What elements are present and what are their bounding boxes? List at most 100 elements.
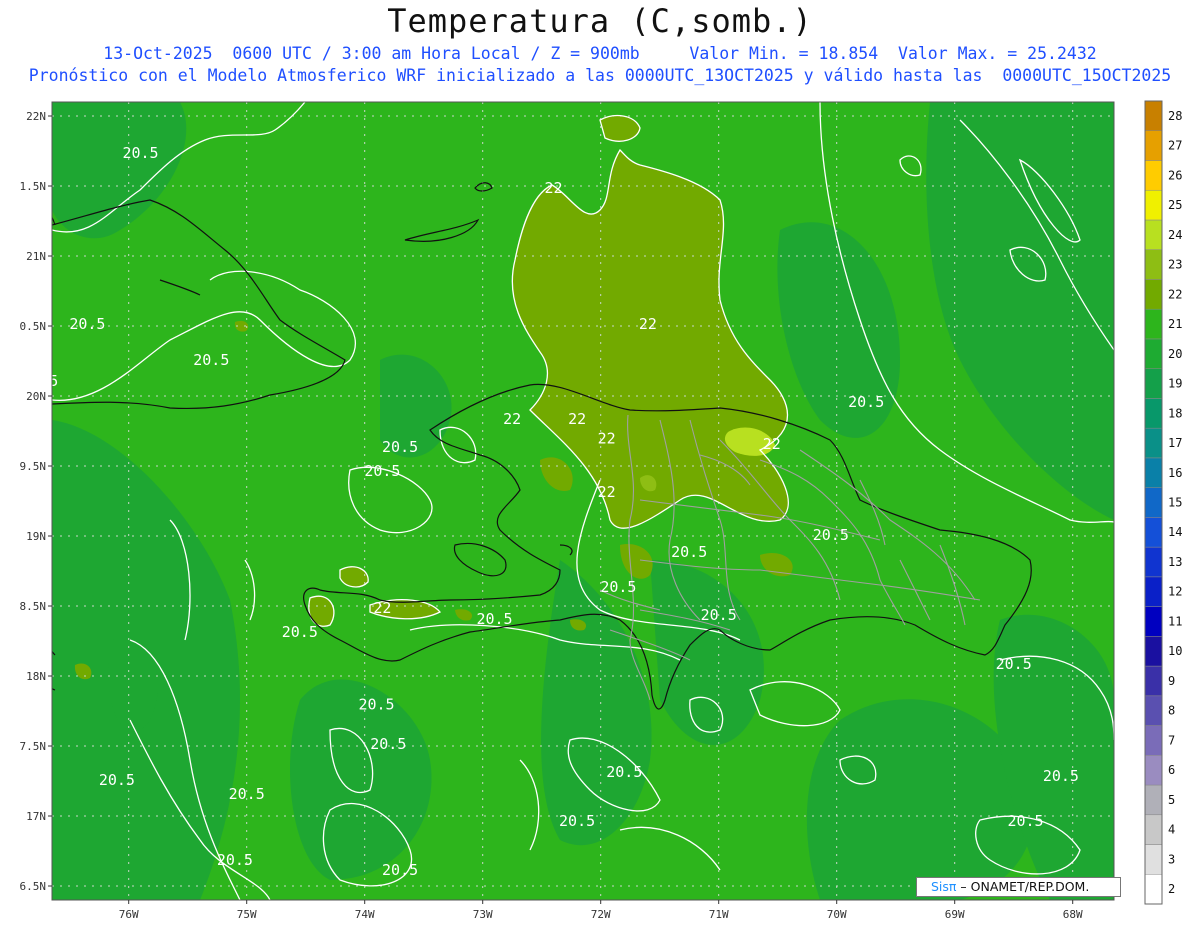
credit-box: Sisπ – ONAMET/REP.DOM. [916, 877, 1121, 897]
colorbar-label: 21 [1168, 317, 1182, 331]
contour-label: 22 [568, 410, 586, 428]
lat-tick-label: 18N [26, 670, 46, 683]
colorbar-label: 7 [1168, 733, 1175, 747]
lon-tick-label: 76W [119, 908, 139, 921]
colorbar-swatch [1144, 695, 1163, 726]
lon-tick-label: 69W [945, 908, 965, 921]
contour-label: 20.5 [382, 861, 418, 879]
colorbar-swatch [1144, 814, 1163, 845]
lat-tick-label: 9.5N [20, 460, 47, 473]
colorbar: 2345678910111213141516171819202122232425… [1144, 100, 1182, 905]
contour-label: 22 [639, 315, 657, 333]
colorbar-label: 17 [1168, 436, 1182, 450]
contour-label: 20.5 [122, 144, 158, 162]
contour-label: 20.5 [559, 812, 595, 830]
colorbar-label: 19 [1168, 377, 1182, 391]
colorbar-swatch [1144, 279, 1163, 310]
colorbar-label: 24 [1168, 228, 1182, 242]
contour-label: 20.5 [69, 315, 105, 333]
contour-label: 20.5 [476, 610, 512, 628]
colorbar-swatch [1144, 308, 1163, 340]
contour-label: 20.5 [813, 526, 849, 544]
contour-label: 22 [503, 410, 521, 428]
lon-tick-label: 71W [709, 908, 729, 921]
colorbar-swatch [1144, 368, 1163, 399]
colorbar-label: 25 [1168, 198, 1182, 212]
contour-label: 20.5 [382, 438, 418, 456]
colorbar-swatch [1144, 546, 1163, 578]
contour-label: 20.5 [606, 763, 642, 781]
colorbar-swatch [1144, 427, 1163, 459]
colorbar-swatch [1144, 517, 1163, 548]
colorbar-swatch [1144, 755, 1163, 786]
contour-label: 20.5 [193, 351, 229, 369]
lon-tick-label: 74W [355, 908, 375, 921]
colorbar-label: 23 [1168, 258, 1182, 272]
colorbar-swatch [1144, 100, 1163, 131]
colorbar-label: 27 [1168, 139, 1182, 153]
contour-label: 22 [598, 430, 616, 448]
contour-label: 20.5 [229, 785, 265, 803]
colorbar-swatch [1144, 160, 1163, 191]
contour-label: 20.5 [1043, 767, 1079, 785]
latitude-axis: 22N 1.5N 21N 0.5N 20N 9.5N 19N 8.5N 18N 7.5N 17N 6.… [20, 110, 52, 893]
contour-label: 22 [763, 435, 781, 453]
colorbar-label: 20 [1168, 347, 1182, 361]
colorbar-label: 28 [1168, 109, 1182, 123]
longitude-axis: 76W 75W 74W 73W 72W 71W 70W 69W 68W [119, 900, 1083, 921]
lat-tick-label: 7.5N [20, 740, 47, 753]
colorbar-label: 6 [1168, 763, 1175, 777]
colorbar-label: 8 [1168, 704, 1175, 718]
colorbar-label: 16 [1168, 466, 1182, 480]
lon-tick-label: 75W [237, 908, 257, 921]
lon-tick-label: 72W [591, 908, 611, 921]
colorbar-label: 22 [1168, 287, 1182, 301]
colorbar-label: 9 [1168, 674, 1175, 688]
colorbar-label: 18 [1168, 406, 1182, 420]
lon-tick-label: 70W [827, 908, 847, 921]
colorbar-swatch [1144, 398, 1163, 429]
contour-label: 20.5 [600, 578, 636, 596]
colorbar-label: 26 [1168, 168, 1182, 182]
colorbar-swatch [1144, 457, 1163, 488]
lat-tick-label: 21N [26, 250, 46, 263]
lat-tick-label: 8.5N [20, 600, 47, 613]
contour-label: 22 [544, 179, 562, 197]
lat-tick-label: 22N [26, 110, 46, 123]
colorbar-swatch [1144, 636, 1163, 667]
contour-label: 20.5 [282, 623, 318, 641]
colorbar-label: 4 [1168, 823, 1175, 837]
contour-label: 20.5 [358, 696, 394, 714]
lat-tick-label: 1.5N [20, 180, 47, 193]
colorbar-swatch [1144, 784, 1163, 816]
map-figure: 20.5222220.520.520.522 2222 2220.520.520.5… [20, 100, 1182, 921]
colorbar-label: 5 [1168, 793, 1175, 807]
colorbar-swatch [1144, 874, 1163, 905]
contour-label: 20.5 [99, 771, 135, 789]
colorbar-swatch [1144, 189, 1163, 221]
sispi-logo: Sisπ [931, 879, 957, 894]
colorbar-label: 15 [1168, 496, 1182, 510]
colorbar-swatch [1144, 487, 1163, 518]
colorbar-label: 3 [1168, 852, 1175, 866]
lat-tick-label: 0.5N [20, 320, 47, 333]
colorbar-swatch [1144, 725, 1163, 756]
colorbar-swatch [1144, 219, 1163, 250]
contour-label: 20.5 [1007, 812, 1043, 830]
credit-text: – ONAMET/REP.DOM. [956, 879, 1090, 894]
colorbar-label: 2 [1168, 882, 1175, 896]
colorbar-swatch [1144, 338, 1163, 369]
contour-label: 20.5 [848, 393, 884, 411]
colorbar-swatch [1144, 844, 1163, 875]
lon-tick-label: 73W [473, 908, 493, 921]
colorbar-label: 12 [1168, 585, 1182, 599]
contour-label: 20.5 [364, 462, 400, 480]
contour-label: 20.5 [370, 735, 406, 753]
colorbar-label: 14 [1168, 525, 1182, 539]
colorbar-swatch [1144, 665, 1163, 697]
colorbar-label: 11 [1168, 614, 1182, 628]
lat-tick-label: 6.5N [20, 880, 47, 893]
colorbar-swatch [1144, 130, 1163, 161]
lat-tick-label: 20N [26, 390, 46, 403]
contour-label: 20.5 [996, 655, 1032, 673]
